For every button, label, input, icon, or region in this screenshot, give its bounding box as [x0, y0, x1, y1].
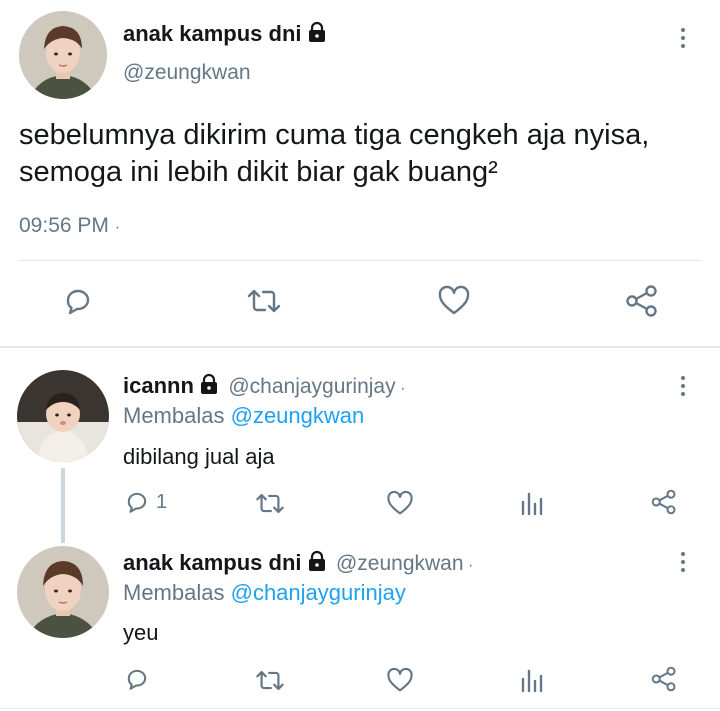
share-button[interactable] [624, 283, 660, 319]
share-button[interactable] [650, 665, 678, 693]
separator: · [467, 557, 474, 574]
like-icon [387, 490, 413, 515]
avatar[interactable] [17, 546, 109, 638]
author-name[interactable]: anak kampus dni [123, 550, 302, 575]
section-divider [0, 346, 720, 348]
tweet-text-line: semoga ini lebih dikit biar gak buang² [19, 156, 498, 188]
reply-icon [127, 492, 147, 513]
author-name-text[interactable]: anak kampus dni [123, 21, 302, 46]
reply-button[interactable] [124, 666, 150, 692]
retweet-button[interactable] [254, 490, 286, 517]
like-button[interactable] [386, 490, 414, 517]
reply-button[interactable] [62, 285, 94, 317]
replying-to-link[interactable]: @zeungkwan [231, 403, 365, 428]
author-handle[interactable]: @zeungkwan [336, 552, 464, 575]
analytics-button[interactable] [519, 667, 545, 693]
analytics-icon [521, 669, 543, 693]
tweet-text: dibilang jual aja [123, 444, 275, 469]
thread-line [61, 468, 65, 543]
retweet-button[interactable] [254, 667, 286, 694]
avatar[interactable] [19, 11, 107, 99]
analytics-icon [521, 492, 543, 516]
analytics-button[interactable] [519, 490, 545, 516]
replying-to: Membalas @zeungkwan [123, 403, 364, 429]
replying-to: Membalas @chanjaygurinjay [123, 580, 406, 606]
retweet-icon [256, 670, 284, 691]
reply-button[interactable]: 1 [124, 489, 167, 515]
separator: · [400, 380, 406, 397]
share-icon [651, 489, 676, 515]
like-icon [387, 667, 413, 692]
retweet-button[interactable] [245, 285, 283, 317]
reply-header: icannn @chanjaygurinjay · [123, 373, 405, 400]
tweet-text: yeu [123, 620, 159, 645]
author-handle[interactable]: @chanjaygurinjay [228, 375, 395, 398]
reply-icon [66, 289, 90, 315]
author-handle[interactable]: @zeungkwan [123, 61, 251, 85]
replying-label: Membalas [123, 403, 225, 428]
like-button[interactable] [386, 667, 414, 694]
divider [0, 708, 720, 709]
share-icon [651, 666, 676, 692]
reply-count: 1 [156, 490, 168, 513]
tweet-time[interactable]: 09:56 PM [19, 214, 109, 237]
tweet-text: sebelumnya dikirim cuma tiga cengkeh aja… [19, 117, 649, 191]
lock-icon [198, 373, 220, 400]
author-name[interactable]: icannn [123, 373, 194, 398]
like-icon [438, 285, 470, 315]
divider [19, 260, 701, 261]
reply-header: anak kampus dni @zeungkwan · [123, 550, 473, 577]
more-options-icon[interactable] [678, 552, 688, 572]
replying-label: Membalas [123, 580, 225, 605]
more-options-icon[interactable] [678, 28, 688, 48]
share-button[interactable] [650, 488, 678, 516]
like-button[interactable] [437, 285, 471, 317]
reply-icon [127, 669, 147, 690]
lock-icon [306, 550, 328, 577]
avatar[interactable] [17, 370, 109, 462]
tweet-timestamp[interactable]: 09:56 PM · [19, 214, 120, 238]
lock-icon [306, 21, 328, 49]
replying-to-link[interactable]: @chanjaygurinjay [231, 580, 406, 605]
author-name[interactable]: anak kampus dni [123, 21, 328, 49]
more-options-icon[interactable] [678, 376, 688, 396]
time-separator: · [114, 219, 121, 236]
share-icon [626, 285, 657, 317]
retweet-icon [256, 493, 284, 514]
retweet-icon [247, 289, 281, 313]
tweet-text-line: sebelumnya dikirim cuma tiga cengkeh aja… [19, 119, 650, 151]
